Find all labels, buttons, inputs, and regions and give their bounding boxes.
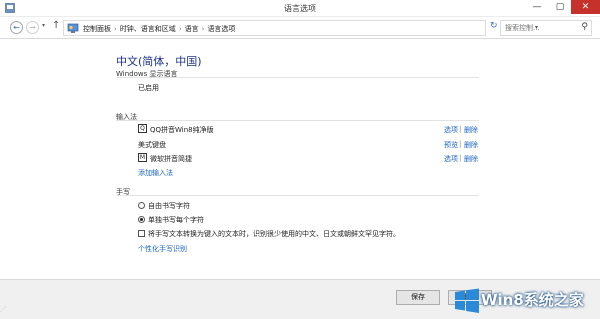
single-character-radio[interactable] [138,216,145,223]
link-separator: | [459,140,462,148]
control-panel-icon [67,23,79,33]
ime-options-link[interactable]: 选项 [444,125,458,135]
divider [116,195,479,196]
breadcrumb-separator-icon[interactable]: › [179,25,182,33]
add-input-method-link[interactable]: 添加输入法 [138,168,173,178]
breadcrumb-separator-icon[interactable]: › [202,25,205,33]
up-button[interactable]: ↑ [52,20,60,31]
ime-remove-link[interactable]: 删除 [464,125,478,135]
link-separator: | [459,154,462,162]
ime-options-link[interactable]: 选项 [444,154,458,164]
link-separator: | [459,125,462,133]
freeform-radio[interactable] [138,202,145,209]
breadcrumb-clock-language-region[interactable]: 时钟、语言和区域 [120,25,176,33]
watermark: Win8系统之家 [452,284,600,318]
watermark-text: Win8系统之家 [481,291,584,309]
freeform-radio-label[interactable]: 自由书写字符 [148,201,190,211]
ms-pinyin-icon: M [138,153,147,162]
ime-name: 微软拼音简捷 [150,155,192,163]
breadcrumb-language[interactable]: 语言 [185,25,199,33]
rare-characters-checkbox-label[interactable]: 将手写文本转换为键入的文本时，识别很少使用的中文、日文或朝鲜文罕见字符。 [148,229,400,239]
resize-grip-icon[interactable]: ⋰ [0,306,6,313]
title-bar: 语言选项 — ▢ ✕ [0,0,600,17]
recent-locations-chevron-icon[interactable]: ▾ [42,22,45,29]
main-content: 中文(简体，中国) Windows 显示语言 已启用 输入法 Q QQ拼音Win… [0,40,600,279]
rare-characters-checkbox[interactable] [138,230,145,237]
language-title: 中文(简体，中国) [116,55,202,68]
qq-pinyin-icon: Q [138,124,147,133]
minimize-button[interactable]: — [526,0,548,14]
divider [116,77,479,78]
single-character-radio-label[interactable]: 单独书写每个字符 [148,215,204,225]
ime-remove-link[interactable]: 删除 [464,140,478,150]
window-title: 语言选项 [284,4,316,13]
breadcrumb-separator-icon[interactable]: › [114,25,117,33]
breadcrumb-control-panel[interactable]: 控制面板 [83,25,111,33]
refresh-button[interactable]: ↻ [490,21,498,31]
back-button[interactable]: ← [10,21,23,34]
address-path-box[interactable]: 控制面板 › 时钟、语言和区域 › 语言 › 语言选项 ▾ [63,20,538,36]
ime-name: QQ拼音Win8纯净版 [150,126,214,134]
ime-preview-link[interactable]: 预览 [444,140,458,150]
breadcrumb-language-options[interactable]: 语言选项 [207,25,235,33]
breadcrumb: 控制面板 › 时钟、语言和区域 › 语言 › 语言选项 [83,24,235,34]
windows-logo-icon [455,288,479,313]
personalize-handwriting-link[interactable]: 个性化手写识别 [138,244,187,254]
display-language-status: 已启用 [138,84,159,92]
search-box[interactable]: ⚲ [500,20,592,36]
close-button[interactable]: ✕ [571,0,600,14]
search-input[interactable] [501,21,577,35]
search-icon[interactable]: ⚲ [581,22,588,32]
forward-button[interactable]: → [26,21,39,34]
maximize-button[interactable]: ▢ [549,0,571,14]
address-bar: ← → ▾ ↑ 控制面板›时钟、语言和区域›语言›语言选项 ▾ ↻ ⚲ [0,17,600,39]
ime-name: 美式键盘 [138,141,166,149]
ime-remove-link[interactable]: 删除 [464,154,478,164]
save-button[interactable]: 保存 [396,290,440,305]
divider [116,120,479,121]
